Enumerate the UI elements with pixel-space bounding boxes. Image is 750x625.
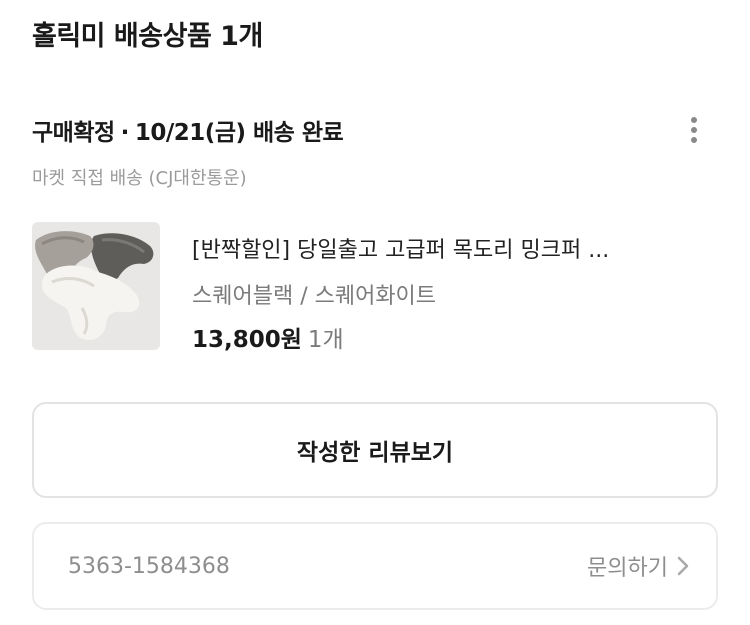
order-number: 5363-1584368 xyxy=(68,553,230,579)
order-status-line: 구매확정 · 10/21(금) 배송 완료 xyxy=(32,113,344,147)
more-dot xyxy=(691,137,697,143)
product-quantity: 1개 xyxy=(307,327,344,353)
product-price-line: 13,800원 1개 xyxy=(192,320,344,354)
product-price: 13,800원 xyxy=(192,327,302,353)
inquiry-label: 문의하기 xyxy=(587,556,668,581)
product-name-link[interactable]: [반짝할인] 당일출고 고급퍼 목도리 밍크퍼 ... xyxy=(192,232,692,264)
order-detail-screen: 홀릭미 배송상품 1개 구매확정 · 10/21(금) 배송 완료 마켓 직접 배송… xyxy=(0,0,750,625)
delivery-info: 마켓 직접 배송 (CJ대한통운) xyxy=(32,168,247,189)
more-dot xyxy=(691,127,697,133)
separator-dot: · xyxy=(120,120,130,146)
seller-title: 홀릭미 배송상품 1개 xyxy=(32,21,263,52)
product-thumbnail[interactable] xyxy=(32,222,160,350)
chevron-right-icon xyxy=(677,556,689,576)
inquiry-link[interactable]: 문의하기 xyxy=(587,550,690,582)
fur-scarf-photo-icon xyxy=(32,222,160,350)
more-dot xyxy=(691,117,697,123)
purchase-status: 구매확정 xyxy=(32,120,115,146)
delivery-date: 10/21(금) xyxy=(134,120,246,146)
order-number-card: 5363-1584368 문의하기 xyxy=(32,522,718,610)
view-review-button[interactable]: 작성한 리뷰보기 xyxy=(32,402,718,498)
delivery-status: 배송 완료 xyxy=(253,120,344,146)
product-option: 스퀘어블랙 / 스퀘어화이트 xyxy=(192,284,437,309)
more-options-icon[interactable] xyxy=(672,108,716,152)
